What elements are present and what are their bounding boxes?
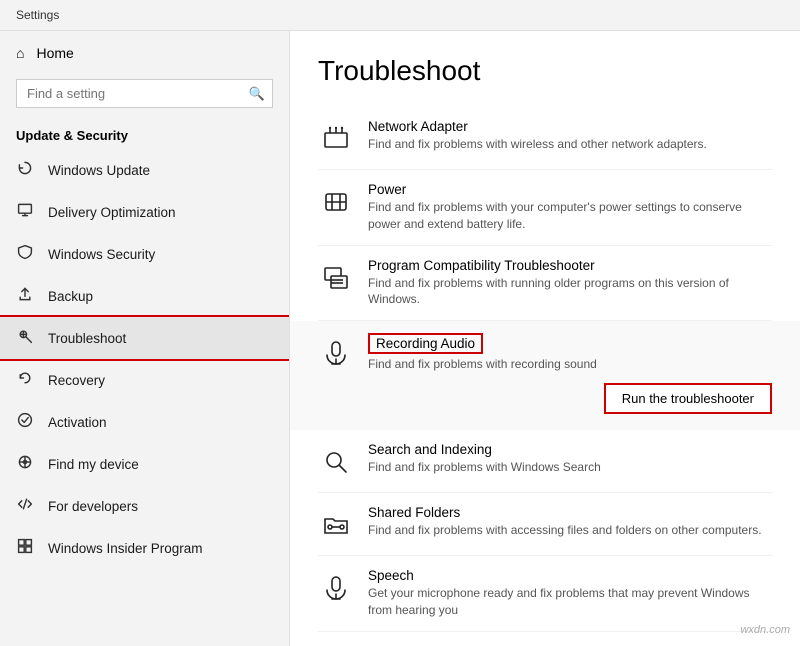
network-adapter-text: Network Adapter Find and fix problems wi… xyxy=(368,119,772,153)
list-item: Speech Get your microphone ready and fix… xyxy=(318,556,772,632)
item-name: Recording Audio xyxy=(368,333,483,354)
sidebar-home[interactable]: ⌂ Home xyxy=(0,31,289,75)
home-icon: ⌂ xyxy=(16,45,24,61)
network-adapter-icon xyxy=(318,121,354,157)
page-title: Troubleshoot xyxy=(318,55,772,87)
item-name: Network Adapter xyxy=(368,119,772,134)
for-developers-icon xyxy=(16,496,34,516)
sidebar-item-label: Recovery xyxy=(48,373,105,388)
list-item: Power Find and fix problems with your co… xyxy=(318,170,772,246)
sidebar-item-delivery-optimization[interactable]: Delivery Optimization xyxy=(0,191,289,233)
search-icon: 🔍 xyxy=(249,86,265,102)
item-name: Speech xyxy=(368,568,772,583)
item-desc: Find and fix problems with wireless and … xyxy=(368,136,772,153)
troubleshoot-icon xyxy=(16,328,34,348)
sidebar-item-find-my-device[interactable]: Find my device xyxy=(0,443,289,485)
find-my-device-icon xyxy=(16,454,34,474)
backup-icon xyxy=(16,286,34,306)
sidebar-item-backup[interactable]: Backup xyxy=(0,275,289,317)
sidebar-item-label: For developers xyxy=(48,499,138,514)
list-item-recording-audio: Recording Audio Find and fix problems wi… xyxy=(290,321,800,430)
item-desc: Find and fix problems with running older… xyxy=(368,275,772,309)
list-item: Shared Folders Find and fix problems wit… xyxy=(318,493,772,556)
title-bar-label: Settings xyxy=(16,8,59,22)
title-bar: Settings xyxy=(0,0,800,31)
speech-icon xyxy=(318,570,354,606)
activation-icon xyxy=(16,412,34,432)
item-desc: Find and fix problems with your computer… xyxy=(368,199,772,233)
sidebar-item-windows-update[interactable]: Windows Update xyxy=(0,149,289,191)
sidebar-item-label: Troubleshoot xyxy=(48,331,126,346)
main-container: ⌂ Home 🔍 Update & Security Windows Updat… xyxy=(0,31,800,646)
item-desc: Find and fix problems with recording sou… xyxy=(368,356,772,373)
search-indexing-icon xyxy=(318,444,354,480)
item-desc: Get your microphone ready and fix proble… xyxy=(368,585,772,619)
sidebar-item-label: Windows Insider Program xyxy=(48,541,203,556)
sidebar-item-label: Windows Update xyxy=(48,163,150,178)
shared-folders-text: Shared Folders Find and fix problems wit… xyxy=(368,505,772,539)
program-compat-text: Program Compatibility Troubleshooter Fin… xyxy=(368,258,772,309)
sidebar-item-label: Find my device xyxy=(48,457,139,472)
sidebar-item-recovery[interactable]: Recovery xyxy=(0,359,289,401)
sidebar-item-label: Delivery Optimization xyxy=(48,205,176,220)
watermark: wxdn.com xyxy=(740,624,790,636)
search-indexing-text: Search and Indexing Find and fix problem… xyxy=(368,442,772,476)
sidebar-item-label: Backup xyxy=(48,289,93,304)
item-desc: Find and fix problems with Windows Searc… xyxy=(368,459,772,476)
sidebar-item-windows-security[interactable]: Windows Security xyxy=(0,233,289,275)
list-item: Program Compatibility Troubleshooter Fin… xyxy=(318,246,772,322)
item-name: Program Compatibility Troubleshooter xyxy=(368,258,772,273)
sidebar-item-for-developers[interactable]: For developers xyxy=(0,485,289,527)
sidebar-item-label: Windows Security xyxy=(48,247,155,262)
sidebar-item-windows-insider[interactable]: Windows Insider Program xyxy=(0,527,289,569)
windows-update-icon xyxy=(16,160,34,180)
item-name: Power xyxy=(368,182,772,197)
list-item: Video Playback Find and fix problems wit… xyxy=(318,632,772,646)
item-name: Search and Indexing xyxy=(368,442,772,457)
run-btn-row: Run the troubleshooter xyxy=(368,373,772,418)
sidebar-item-activation[interactable]: Activation xyxy=(0,401,289,443)
list-item: Network Adapter Find and fix problems wi… xyxy=(318,107,772,170)
program-compat-icon xyxy=(318,260,354,296)
sidebar-item-troubleshoot[interactable]: Troubleshoot xyxy=(0,317,289,359)
run-troubleshooter-button[interactable]: Run the troubleshooter xyxy=(604,383,772,414)
section-title: Update & Security xyxy=(0,120,289,149)
recovery-icon xyxy=(16,370,34,390)
item-desc: Find and fix problems with accessing fil… xyxy=(368,522,772,539)
power-text: Power Find and fix problems with your co… xyxy=(368,182,772,233)
windows-insider-icon xyxy=(16,538,34,558)
sidebar-search-container: 🔍 xyxy=(16,79,273,108)
home-label: Home xyxy=(36,45,73,61)
shared-folders-icon xyxy=(318,507,354,543)
list-item: Search and Indexing Find and fix problem… xyxy=(318,430,772,493)
windows-security-icon xyxy=(16,244,34,264)
speech-text: Speech Get your microphone ready and fix… xyxy=(368,568,772,619)
sidebar-item-label: Activation xyxy=(48,415,107,430)
recording-audio-icon xyxy=(318,335,354,371)
recording-audio-text: Recording Audio Find and fix problems wi… xyxy=(368,333,772,418)
sidebar: ⌂ Home 🔍 Update & Security Windows Updat… xyxy=(0,31,290,646)
item-name: Shared Folders xyxy=(368,505,772,520)
delivery-optimization-icon xyxy=(16,202,34,222)
power-icon xyxy=(318,184,354,220)
main-content: Troubleshoot Network Adapter Find and fi… xyxy=(290,31,800,646)
search-input[interactable] xyxy=(16,79,273,108)
